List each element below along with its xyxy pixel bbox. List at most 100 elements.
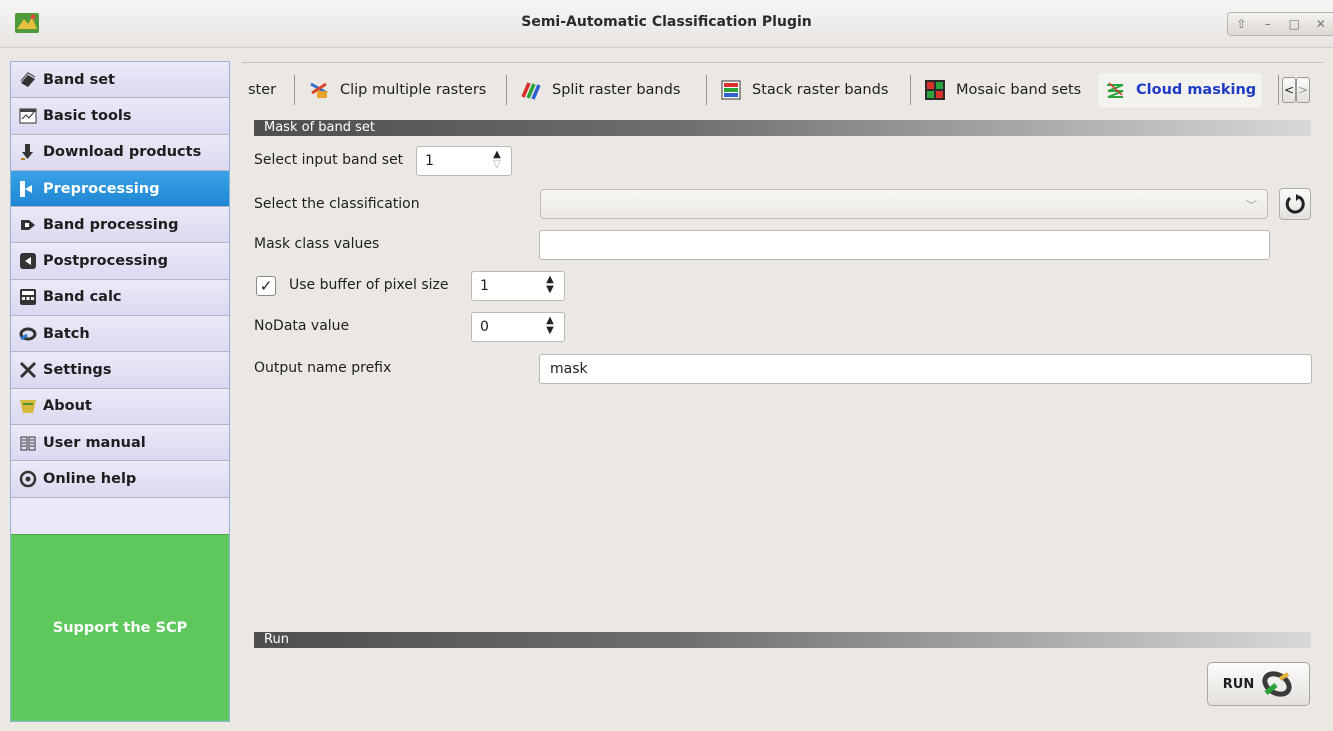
- scp-window: Semi-Automatic Classification Plugin ⇧ –…: [0, 0, 1333, 731]
- nodata-label: NoData value: [254, 318, 350, 334]
- mosaic-icon: [925, 80, 945, 100]
- stack-icon: [721, 80, 741, 100]
- tab-mosaic-band-sets[interactable]: Mosaic band sets: [924, 73, 1081, 107]
- class-values-label: Mask class values: [254, 236, 380, 252]
- sidebar-item-settings[interactable]: Settings: [11, 352, 229, 389]
- run-button-label: RUN: [1222, 676, 1255, 692]
- classification-label: Select the classification: [254, 196, 420, 212]
- tab-label: ster: [248, 82, 277, 98]
- shade-icon[interactable]: ⇧: [1230, 17, 1252, 31]
- user-manual-icon: [20, 436, 36, 451]
- tab-split-raster-bands[interactable]: Split raster bands: [520, 73, 680, 107]
- sidebar-item-label: Band set: [43, 71, 115, 88]
- clip-icon: [310, 82, 328, 98]
- sidebar: Band set Basic tools Download products P…: [10, 61, 230, 722]
- input-band-set-spinbox[interactable]: 1 ▲ ▽: [416, 146, 512, 176]
- support-the-scp-button[interactable]: Support the SCP: [11, 534, 229, 721]
- sidebar-item-label: Band calc: [43, 289, 122, 306]
- tab-scroll-left-button[interactable]: <: [1282, 77, 1296, 103]
- online-help-icon: [19, 470, 37, 488]
- sidebar-item-label: Batch: [43, 325, 90, 342]
- preprocessing-icon: [20, 180, 32, 197]
- sidebar-item-band-processing[interactable]: Band processing: [11, 207, 229, 244]
- band-set-icon: [20, 71, 36, 87]
- maximize-icon[interactable]: □: [1283, 17, 1305, 31]
- tab-cloud-masking[interactable]: Cloud masking: [1098, 73, 1263, 107]
- spin-arrows-icon[interactable]: ▲ ▽: [491, 150, 503, 172]
- sidebar-item-label: Settings: [43, 362, 112, 379]
- tab-clip-raster-partial[interactable]: ster: [248, 73, 276, 107]
- sidebar-item-user-manual[interactable]: User manual: [11, 424, 229, 462]
- sidebar-item-preprocessing[interactable]: Preprocessing: [11, 170, 229, 208]
- tab-separator: [706, 75, 707, 105]
- tab-separator: [294, 75, 295, 105]
- sidebar-item-label: Download products: [43, 144, 202, 161]
- input-band-set-label: Select input band set: [254, 152, 404, 168]
- tab-separator: [910, 75, 911, 105]
- window-controls: ⇧ – □ ✕: [1227, 12, 1333, 36]
- support-label: Support the SCP: [52, 620, 188, 636]
- minimize-icon[interactable]: –: [1257, 17, 1279, 31]
- band-processing-icon: [21, 219, 35, 230]
- class-values-input[interactable]: [539, 230, 1270, 260]
- split-icon: [521, 82, 541, 100]
- tab-label: Stack raster bands: [752, 82, 889, 98]
- tab-separator: [506, 75, 507, 105]
- output-prefix-input[interactable]: mask: [539, 354, 1312, 384]
- sidebar-item-postprocessing[interactable]: Postprocessing: [11, 243, 229, 280]
- title-bar: Semi-Automatic Classification Plugin ⇧ –…: [0, 0, 1333, 48]
- sidebar-item-label: About: [43, 398, 92, 415]
- nodata-value: 0: [480, 319, 489, 335]
- nodata-spinbox[interactable]: 0 ▲ ▼: [471, 312, 565, 342]
- use-buffer-checkbox[interactable]: ✓: [256, 276, 276, 296]
- classification-combobox[interactable]: ﹀: [540, 189, 1268, 219]
- spin-arrows-icon[interactable]: ▲ ▼: [544, 275, 556, 297]
- sidebar-item-band-calc[interactable]: Band calc: [11, 279, 229, 317]
- cloud-masking-icon: [1107, 82, 1124, 98]
- sidebar-item-download-products[interactable]: Download products: [11, 134, 229, 171]
- basic-tools-icon: [19, 108, 37, 124]
- spin-arrows-icon[interactable]: ▲ ▼: [544, 316, 556, 338]
- download-icon: [21, 144, 33, 161]
- tab-label: Split raster bands: [552, 82, 681, 98]
- tab-scroll-buttons: < >: [1282, 77, 1310, 103]
- tab-scroll-right-button[interactable]: >: [1296, 77, 1310, 103]
- about-icon: [20, 400, 36, 414]
- settings-icon: [19, 361, 37, 379]
- mask-section-header: Mask of band set: [254, 120, 1311, 136]
- tab-label: Cloud masking: [1136, 82, 1257, 98]
- batch-icon: [19, 327, 37, 341]
- use-buffer-label: Use buffer of pixel size: [289, 277, 449, 293]
- sidebar-item-batch[interactable]: Batch: [11, 316, 229, 353]
- tab-label: Clip multiple rasters: [340, 82, 487, 98]
- input-band-set-value: 1: [425, 153, 434, 169]
- buffer-size-spinbox[interactable]: 1 ▲ ▼: [471, 271, 565, 301]
- sidebar-item-about[interactable]: About: [11, 388, 229, 425]
- buffer-size-value: 1: [480, 278, 489, 294]
- run-icon: [1262, 671, 1292, 697]
- postprocessing-icon: [20, 253, 36, 270]
- tab-clip-multiple-rasters[interactable]: Clip multiple rasters: [308, 73, 486, 107]
- close-icon[interactable]: ✕: [1310, 17, 1332, 31]
- tab-stack-raster-bands[interactable]: Stack raster bands: [720, 73, 888, 107]
- output-prefix-label: Output name prefix: [254, 360, 392, 376]
- band-calc-icon: [20, 289, 36, 306]
- run-button[interactable]: RUN: [1207, 662, 1310, 706]
- refresh-classification-button[interactable]: [1279, 188, 1311, 220]
- tab-separator: [1278, 75, 1279, 105]
- sidebar-item-band-set[interactable]: Band set: [11, 62, 229, 99]
- chevron-down-icon: ﹀: [1246, 199, 1257, 212]
- tab-bar: ster Clip multiple rasters Split raster …: [242, 62, 1323, 116]
- run-section-header: Run: [254, 632, 1311, 648]
- window-title: Semi-Automatic Classification Plugin: [521, 14, 812, 30]
- sidebar-item-basic-tools[interactable]: Basic tools: [11, 98, 229, 135]
- tab-label: Mosaic band sets: [956, 82, 1082, 98]
- sidebar-item-label: Postprocessing: [43, 253, 169, 270]
- sidebar-item-label: Online help: [43, 470, 137, 487]
- sidebar-item-label: Band processing: [43, 216, 179, 233]
- sidebar-item-label: Basic tools: [43, 107, 132, 124]
- refresh-icon: [1285, 194, 1305, 214]
- sidebar-item-online-help[interactable]: Online help: [11, 461, 229, 498]
- sidebar-item-label: Preprocessing: [43, 180, 160, 197]
- sidebar-item-label: User manual: [43, 434, 146, 451]
